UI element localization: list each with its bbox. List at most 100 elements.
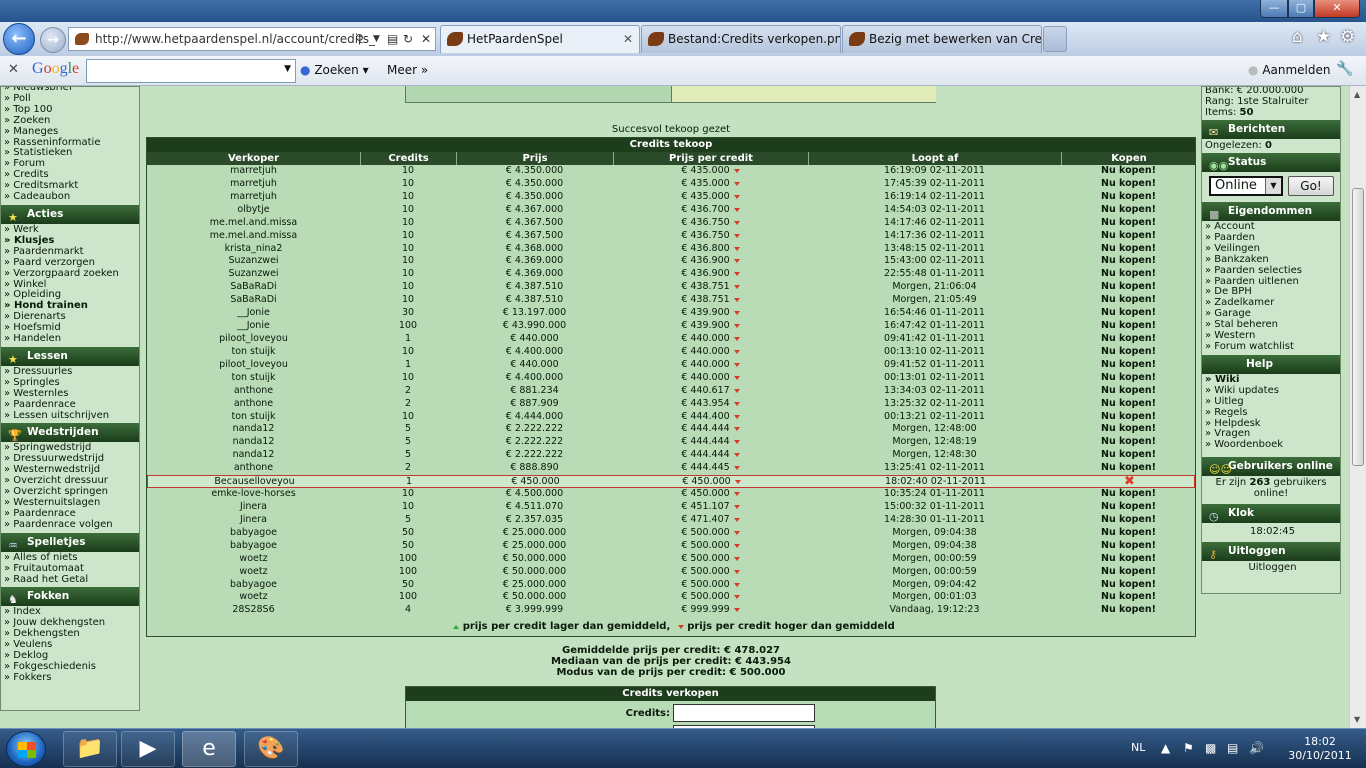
sidebar-item-top[interactable]: » Cadeaubon (1, 191, 139, 203)
action-center-icon[interactable]: ⚑ (1183, 741, 1194, 755)
close-window-button[interactable]: ✕ (1314, 0, 1360, 18)
aanmelden-button[interactable]: ● Aanmelden (1248, 63, 1331, 77)
credits-input[interactable] (673, 704, 815, 722)
unread-messages[interactable]: Ongelezen: 0 (1202, 140, 1340, 151)
sidebar-item[interactable]: » Handelen (1, 333, 139, 345)
left-top-links: » Nieuwsbrief» Poll» Top 100» Zoeken» Ma… (1, 87, 139, 203)
buy-now-link[interactable]: Nu kopen! (1061, 501, 1196, 514)
cell-expires: Morgen, 21:06:04 (892, 281, 977, 293)
network-icon[interactable]: ▤ (1227, 741, 1238, 755)
buy-now-link[interactable]: Nu kopen! (1061, 165, 1196, 178)
buy-now-link[interactable]: Nu kopen! (1061, 398, 1196, 411)
buy-now-link[interactable]: Nu kopen! (1061, 423, 1196, 436)
logout-link[interactable]: Uitloggen (1202, 562, 1340, 573)
forward-button[interactable]: → (40, 27, 66, 53)
cell-price: € 4.369.000 (505, 268, 564, 280)
buy-now-link[interactable]: Nu kopen! (1061, 307, 1196, 320)
sidebar-item-eigendommen[interactable]: » Forum watchlist (1202, 341, 1340, 353)
status-select[interactable]: Online ▼ (1209, 176, 1283, 196)
tab-bestand[interactable]: Bestand:Credits verkopen.png ... (641, 25, 841, 53)
buy-now-link[interactable]: Nu kopen! (1061, 333, 1196, 346)
buy-now-link[interactable]: Nu kopen! (1061, 255, 1196, 268)
buy-now-link[interactable]: Nu kopen! (1061, 346, 1196, 359)
cell-seller: anthone (233, 384, 274, 396)
section-wedstrijden: 🏆 Wedstrijden (1, 423, 139, 443)
meer-button[interactable]: Meer » (387, 63, 428, 77)
search-icon[interactable]: ⚲ (355, 28, 364, 50)
language-indicator[interactable]: NL (1131, 741, 1145, 754)
close-tab-icon[interactable]: ✕ (623, 26, 633, 52)
cell-credits: 10 (401, 190, 415, 202)
buy-now-link[interactable]: Nu kopen! (1061, 178, 1196, 191)
wrench-icon[interactable]: 🔧 (1336, 61, 1353, 77)
dropdown-icon[interactable]: ▼ (373, 28, 380, 50)
tab-bezig[interactable]: Bezig met bewerken van Credit... (842, 25, 1042, 53)
table-row: nanda12 5 € 2.222.222 € 444.444 Morgen, 12:4… (147, 423, 1195, 436)
buy-now-link[interactable]: Nu kopen! (1061, 359, 1196, 372)
section-status: ◉◉ Status (1202, 153, 1340, 172)
page-scrollbar[interactable]: ▲ ▼ (1349, 86, 1366, 728)
minimize-button[interactable]: — (1260, 0, 1288, 18)
cell-expires: 22:55:48 01-11-2011 (884, 268, 985, 280)
buy-now-link[interactable]: Nu kopen! (1061, 436, 1196, 449)
sidebar-link-label: Paarden selecties (1214, 264, 1302, 276)
buy-now-link[interactable]: Nu kopen! (1061, 579, 1196, 592)
buy-now-link[interactable]: Nu kopen! (1061, 372, 1196, 385)
refresh-icon[interactable]: ↻ (403, 28, 413, 50)
device-icon[interactable]: ▩ (1205, 741, 1216, 755)
system-clock[interactable]: 18:02 30/10/2011 (1285, 735, 1355, 763)
buy-now-link[interactable]: Nu kopen! (1061, 230, 1196, 243)
buy-now-link[interactable]: Nu kopen! (1061, 204, 1196, 217)
settings-gear-icon[interactable]: ⚙ (1340, 27, 1355, 47)
bullet: » (4, 256, 14, 268)
home-icon[interactable]: ⌂ (1292, 27, 1303, 47)
buy-now-link[interactable]: Nu kopen! (1061, 540, 1196, 553)
sidebar-item-help[interactable]: » Woordenboek (1202, 439, 1340, 451)
new-tab-button[interactable] (1043, 26, 1067, 52)
internet-explorer-taskbar-icon[interactable]: e (182, 731, 236, 767)
address-bar[interactable]: http://www.hetpaardenspel.nl/account/cre… (68, 27, 436, 51)
buy-now-link[interactable]: Nu kopen! (1061, 553, 1196, 566)
buy-now-link[interactable]: Nu kopen! (1061, 591, 1196, 604)
close-toolbar-icon[interactable]: ✕ (8, 62, 19, 77)
go-button[interactable]: Go! (1288, 176, 1334, 196)
buy-now-link[interactable]: Nu kopen! (1061, 217, 1196, 230)
buy-now-link[interactable]: Nu kopen! (1061, 488, 1196, 501)
buy-now-link[interactable]: Nu kopen! (1061, 281, 1196, 294)
buy-now-link[interactable]: Nu kopen! (1061, 294, 1196, 307)
start-button[interactable] (6, 731, 46, 767)
buy-now-link[interactable]: Nu kopen! (1061, 243, 1196, 256)
media-player-taskbar-icon[interactable]: ▶ (121, 731, 175, 767)
sidebar-item[interactable]: » Paardenrace volgen (1, 519, 139, 531)
buy-now-link[interactable]: Nu kopen! (1061, 566, 1196, 579)
buy-now-link[interactable]: Nu kopen! (1061, 527, 1196, 540)
buy-now-link[interactable]: Nu kopen! (1061, 514, 1196, 527)
zoeken-button[interactable]: ● Zoeken ▾ (300, 63, 369, 77)
explorer-taskbar-icon[interactable]: 📁 (63, 731, 117, 767)
back-button[interactable]: ← (3, 23, 35, 55)
scrollbar-thumb[interactable] (1352, 188, 1364, 466)
sidebar-item[interactable]: » Fokkers (1, 672, 139, 684)
favorites-star-icon[interactable]: ★ (1316, 27, 1331, 47)
buy-now-link[interactable]: Nu kopen! (1061, 385, 1196, 398)
paint-taskbar-icon[interactable]: 🎨 (244, 731, 298, 767)
sidebar-item[interactable]: » Raad het Getal (1, 574, 139, 586)
scroll-up-icon[interactable]: ▲ (1354, 90, 1360, 99)
scroll-down-icon[interactable]: ▼ (1354, 715, 1360, 724)
sidebar-item[interactable]: » Lessen uitschrijven (1, 410, 139, 422)
maximize-button[interactable]: ▢ (1288, 0, 1314, 18)
compat-view-icon[interactable]: ▤ (387, 28, 398, 50)
dropdown-icon[interactable]: ▼ (284, 64, 291, 74)
tray-expand-icon[interactable]: ▲ (1161, 741, 1170, 755)
buy-now-link[interactable]: Nu kopen! (1061, 604, 1196, 617)
cell-price: € 50.000.000 (502, 565, 567, 577)
buy-now-link[interactable]: Nu kopen! (1061, 411, 1196, 424)
buy-now-link[interactable]: Nu kopen! (1061, 191, 1196, 204)
buy-now-link[interactable]: Nu kopen! (1061, 320, 1196, 333)
stop-icon[interactable]: ✕ (421, 28, 431, 50)
tab-hetpaardenspel[interactable]: HetPaardenSpel ✕ (440, 25, 640, 53)
buy-now-link[interactable]: Nu kopen! (1061, 268, 1196, 281)
google-search-input[interactable]: ▼ (86, 59, 296, 83)
volume-icon[interactable]: 🔊 (1249, 741, 1264, 755)
buy-now-link[interactable]: Nu kopen! (1061, 449, 1196, 462)
